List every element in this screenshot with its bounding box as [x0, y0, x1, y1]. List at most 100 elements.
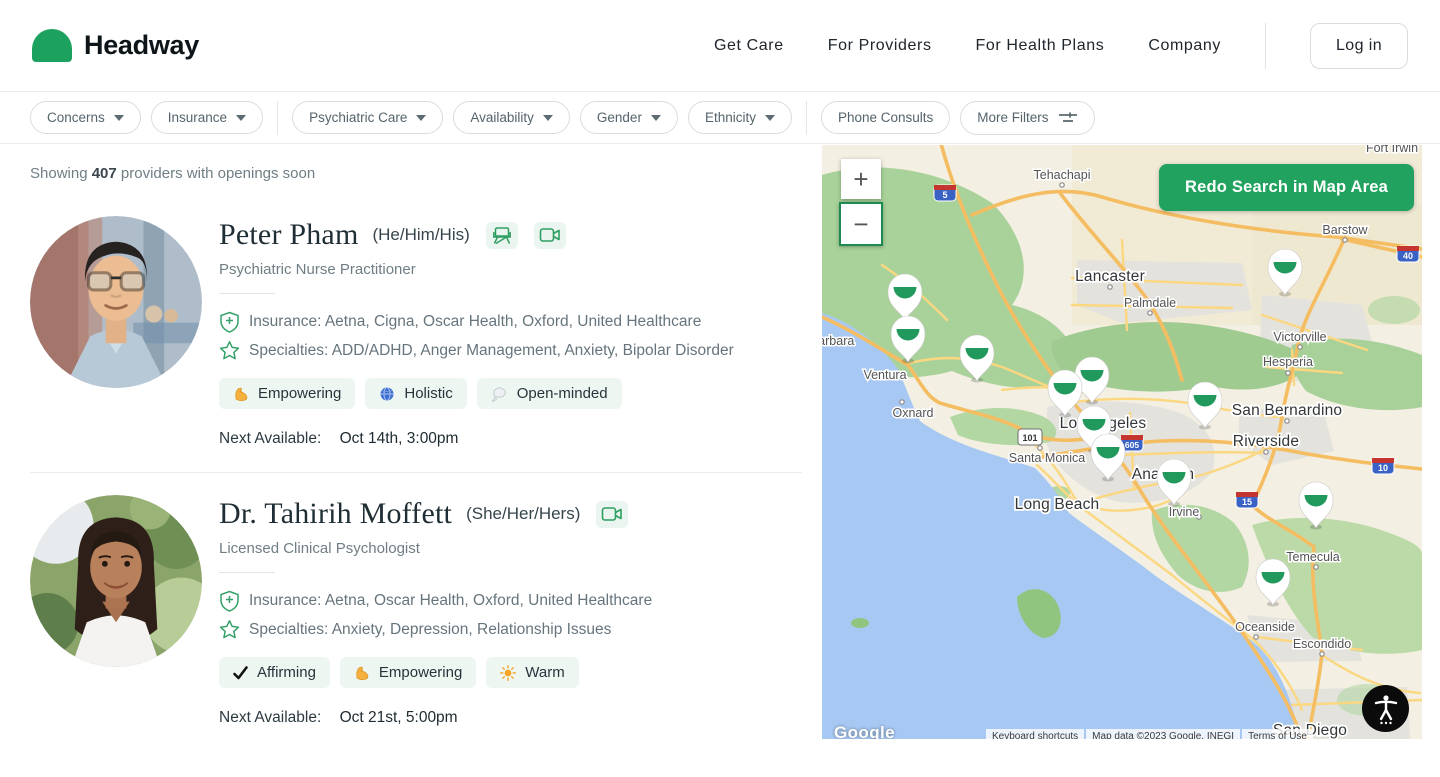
- zoom-in-button[interactable]: +: [841, 159, 881, 199]
- chevron-down-icon: [543, 115, 553, 121]
- svg-text:Victorville: Victorville: [1273, 330, 1326, 344]
- filter-insurance[interactable]: Insurance: [151, 101, 263, 134]
- headway-logo[interactable]: Headway: [32, 29, 199, 62]
- shield-plus-icon: [219, 590, 240, 612]
- flexed-arm-icon: [354, 665, 370, 681]
- provider-card-body: Dr. Tahirih Moffett (She/Her/Hers) Licen…: [219, 495, 652, 727]
- filter-more-filters-label: More Filters: [977, 110, 1048, 125]
- nav-company[interactable]: Company: [1148, 37, 1221, 55]
- provider-photo-tahirih-moffett: [30, 495, 202, 667]
- tag-warm: Warm: [486, 657, 578, 688]
- filter-insurance-label: Insurance: [168, 110, 227, 125]
- provider-credential: Psychiatric Nurse Practitioner: [219, 261, 734, 278]
- provider-card[interactable]: Peter Pham (He/Him/His): [30, 216, 802, 448]
- main-nav: Get Care For Providers For Health Plans …: [714, 23, 1408, 69]
- insurance-text: Insurance: Aetna, Cigna, Oscar Health, O…: [249, 313, 701, 331]
- next-available-time: Oct 14th, 3:00pm: [340, 430, 459, 447]
- filter-availability-label: Availability: [470, 110, 534, 125]
- redo-search-button[interactable]: Redo Search in Map Area: [1159, 164, 1414, 211]
- next-available-time: Oct 21st, 5:00pm: [340, 709, 458, 726]
- filter-ethnicity-label: Ethnicity: [705, 110, 756, 125]
- divider: [219, 293, 275, 294]
- filter-group-divider: [277, 101, 278, 135]
- provider-photo[interactable]: [30, 495, 202, 667]
- svg-text:Long Beach: Long Beach: [1015, 496, 1100, 513]
- provider-name[interactable]: Dr. Tahirih Moffett: [219, 497, 452, 531]
- svg-text:San Bernardino: San Bernardino: [1232, 402, 1343, 419]
- next-available-row: Next Available: Oct 21st, 5:00pm: [219, 709, 652, 727]
- provider-credential: Licensed Clinical Psychologist: [219, 540, 652, 557]
- provider-photo-peter-pham: [30, 216, 202, 388]
- filter-more-filters[interactable]: More Filters: [960, 101, 1094, 135]
- insurance-row: Insurance: Aetna, Cigna, Oscar Health, O…: [219, 311, 734, 333]
- map-canvas: 5 40 101 605 10 15 Fort Irwin Tehachapi …: [822, 145, 1422, 739]
- flexed-arm-icon: [233, 386, 249, 402]
- chevron-down-icon: [765, 115, 775, 121]
- tag-label: Warm: [525, 664, 564, 681]
- svg-text:Riverside: Riverside: [1233, 433, 1299, 450]
- provider-photo[interactable]: [30, 216, 202, 388]
- tag-label: Holistic: [404, 385, 452, 402]
- insurance-row: Insurance: Aetna, Oscar Health, Oxford, …: [219, 590, 652, 612]
- results-count-number: 407: [92, 165, 117, 182]
- svg-text:Fort Irwin: Fort Irwin: [1366, 145, 1418, 155]
- keyboard-shortcuts-link[interactable]: Keyboard shortcuts: [986, 729, 1084, 739]
- globe-icon: [379, 386, 395, 402]
- nav-get-care[interactable]: Get Care: [714, 37, 784, 55]
- filter-concerns[interactable]: Concerns: [30, 101, 141, 134]
- tag-empowering: Empowering: [340, 657, 476, 688]
- provider-card-body: Peter Pham (He/Him/His): [219, 216, 734, 448]
- svg-text:Oxnard: Oxnard: [893, 406, 934, 420]
- map-data-copyright: Map data ©2023 Google, INEGI: [1086, 729, 1240, 739]
- svg-text:Ventura: Ventura: [863, 368, 906, 382]
- map-attribution: Keyboard shortcuts Map data ©2023 Google…: [986, 729, 1313, 739]
- chair-in-person-icon: [486, 222, 518, 249]
- tag-holistic: Holistic: [365, 378, 466, 409]
- provider-pronouns: (She/Her/Hers): [466, 504, 580, 524]
- filter-ethnicity[interactable]: Ethnicity: [688, 101, 792, 134]
- video-camera-icon: [534, 222, 566, 249]
- chevron-down-icon: [416, 115, 426, 121]
- zoom-out-button[interactable]: −: [839, 202, 883, 246]
- terms-of-use-link[interactable]: Terms of Use: [1242, 729, 1313, 739]
- check-icon: [233, 666, 248, 680]
- specialties-row: Specialties: ADD/ADHD, Anger Management,…: [219, 340, 734, 361]
- brand-name: Headway: [84, 30, 199, 61]
- svg-text:Lancaster: Lancaster: [1075, 268, 1145, 285]
- results-count: Showing 407 providers with openings soon: [30, 165, 802, 182]
- video-camera-icon: [596, 501, 628, 528]
- thought-bubble-icon: [491, 386, 508, 402]
- trait-tags: Affirming Empowering: [219, 657, 652, 688]
- specialties-row: Specialties: Anxiety, Depression, Relati…: [219, 619, 652, 640]
- filter-concerns-label: Concerns: [47, 110, 105, 125]
- provider-results-panel: Showing 407 providers with openings soon: [0, 144, 822, 777]
- sun-icon: [500, 665, 516, 681]
- filter-phone-consults[interactable]: Phone Consults: [821, 101, 950, 134]
- sliders-icon: [1058, 110, 1078, 126]
- google-logo[interactable]: Google: [834, 723, 895, 739]
- filter-gender-label: Gender: [597, 110, 642, 125]
- tag-open-minded: Open-minded: [477, 378, 622, 409]
- svg-text:605: 605: [1125, 440, 1139, 450]
- specialties-text: Specialties: Anxiety, Depression, Relati…: [249, 621, 611, 639]
- headway-search-page: Headway Get Care For Providers For Healt…: [0, 0, 1440, 777]
- provider-name[interactable]: Peter Pham: [219, 218, 358, 252]
- provider-card[interactable]: Dr. Tahirih Moffett (She/Her/Hers) Licen…: [30, 495, 802, 727]
- accessibility-button[interactable]: [1362, 685, 1409, 732]
- svg-text:Santa Barbara: Santa Barbara: [822, 334, 854, 348]
- map-zoom-controls: + −: [841, 159, 883, 246]
- filter-psychiatric-care[interactable]: Psychiatric Care: [292, 101, 443, 134]
- nav-for-providers[interactable]: For Providers: [828, 37, 932, 55]
- svg-text:Irvine: Irvine: [1169, 505, 1200, 519]
- filter-availability[interactable]: Availability: [453, 101, 570, 134]
- svg-text:40: 40: [1403, 251, 1413, 261]
- nav-for-health-plans[interactable]: For Health Plans: [976, 37, 1105, 55]
- shield-plus-icon: [219, 311, 240, 333]
- divider: [219, 572, 275, 573]
- svg-text:Santa Monica: Santa Monica: [1009, 451, 1085, 465]
- map[interactable]: 5 40 101 605 10 15 Fort Irwin Tehachapi …: [822, 145, 1422, 739]
- filter-gender[interactable]: Gender: [580, 101, 678, 134]
- provider-pronouns: (He/Him/His): [372, 225, 469, 245]
- login-button[interactable]: Log in: [1310, 23, 1408, 69]
- svg-text:Palmdale: Palmdale: [1124, 296, 1176, 310]
